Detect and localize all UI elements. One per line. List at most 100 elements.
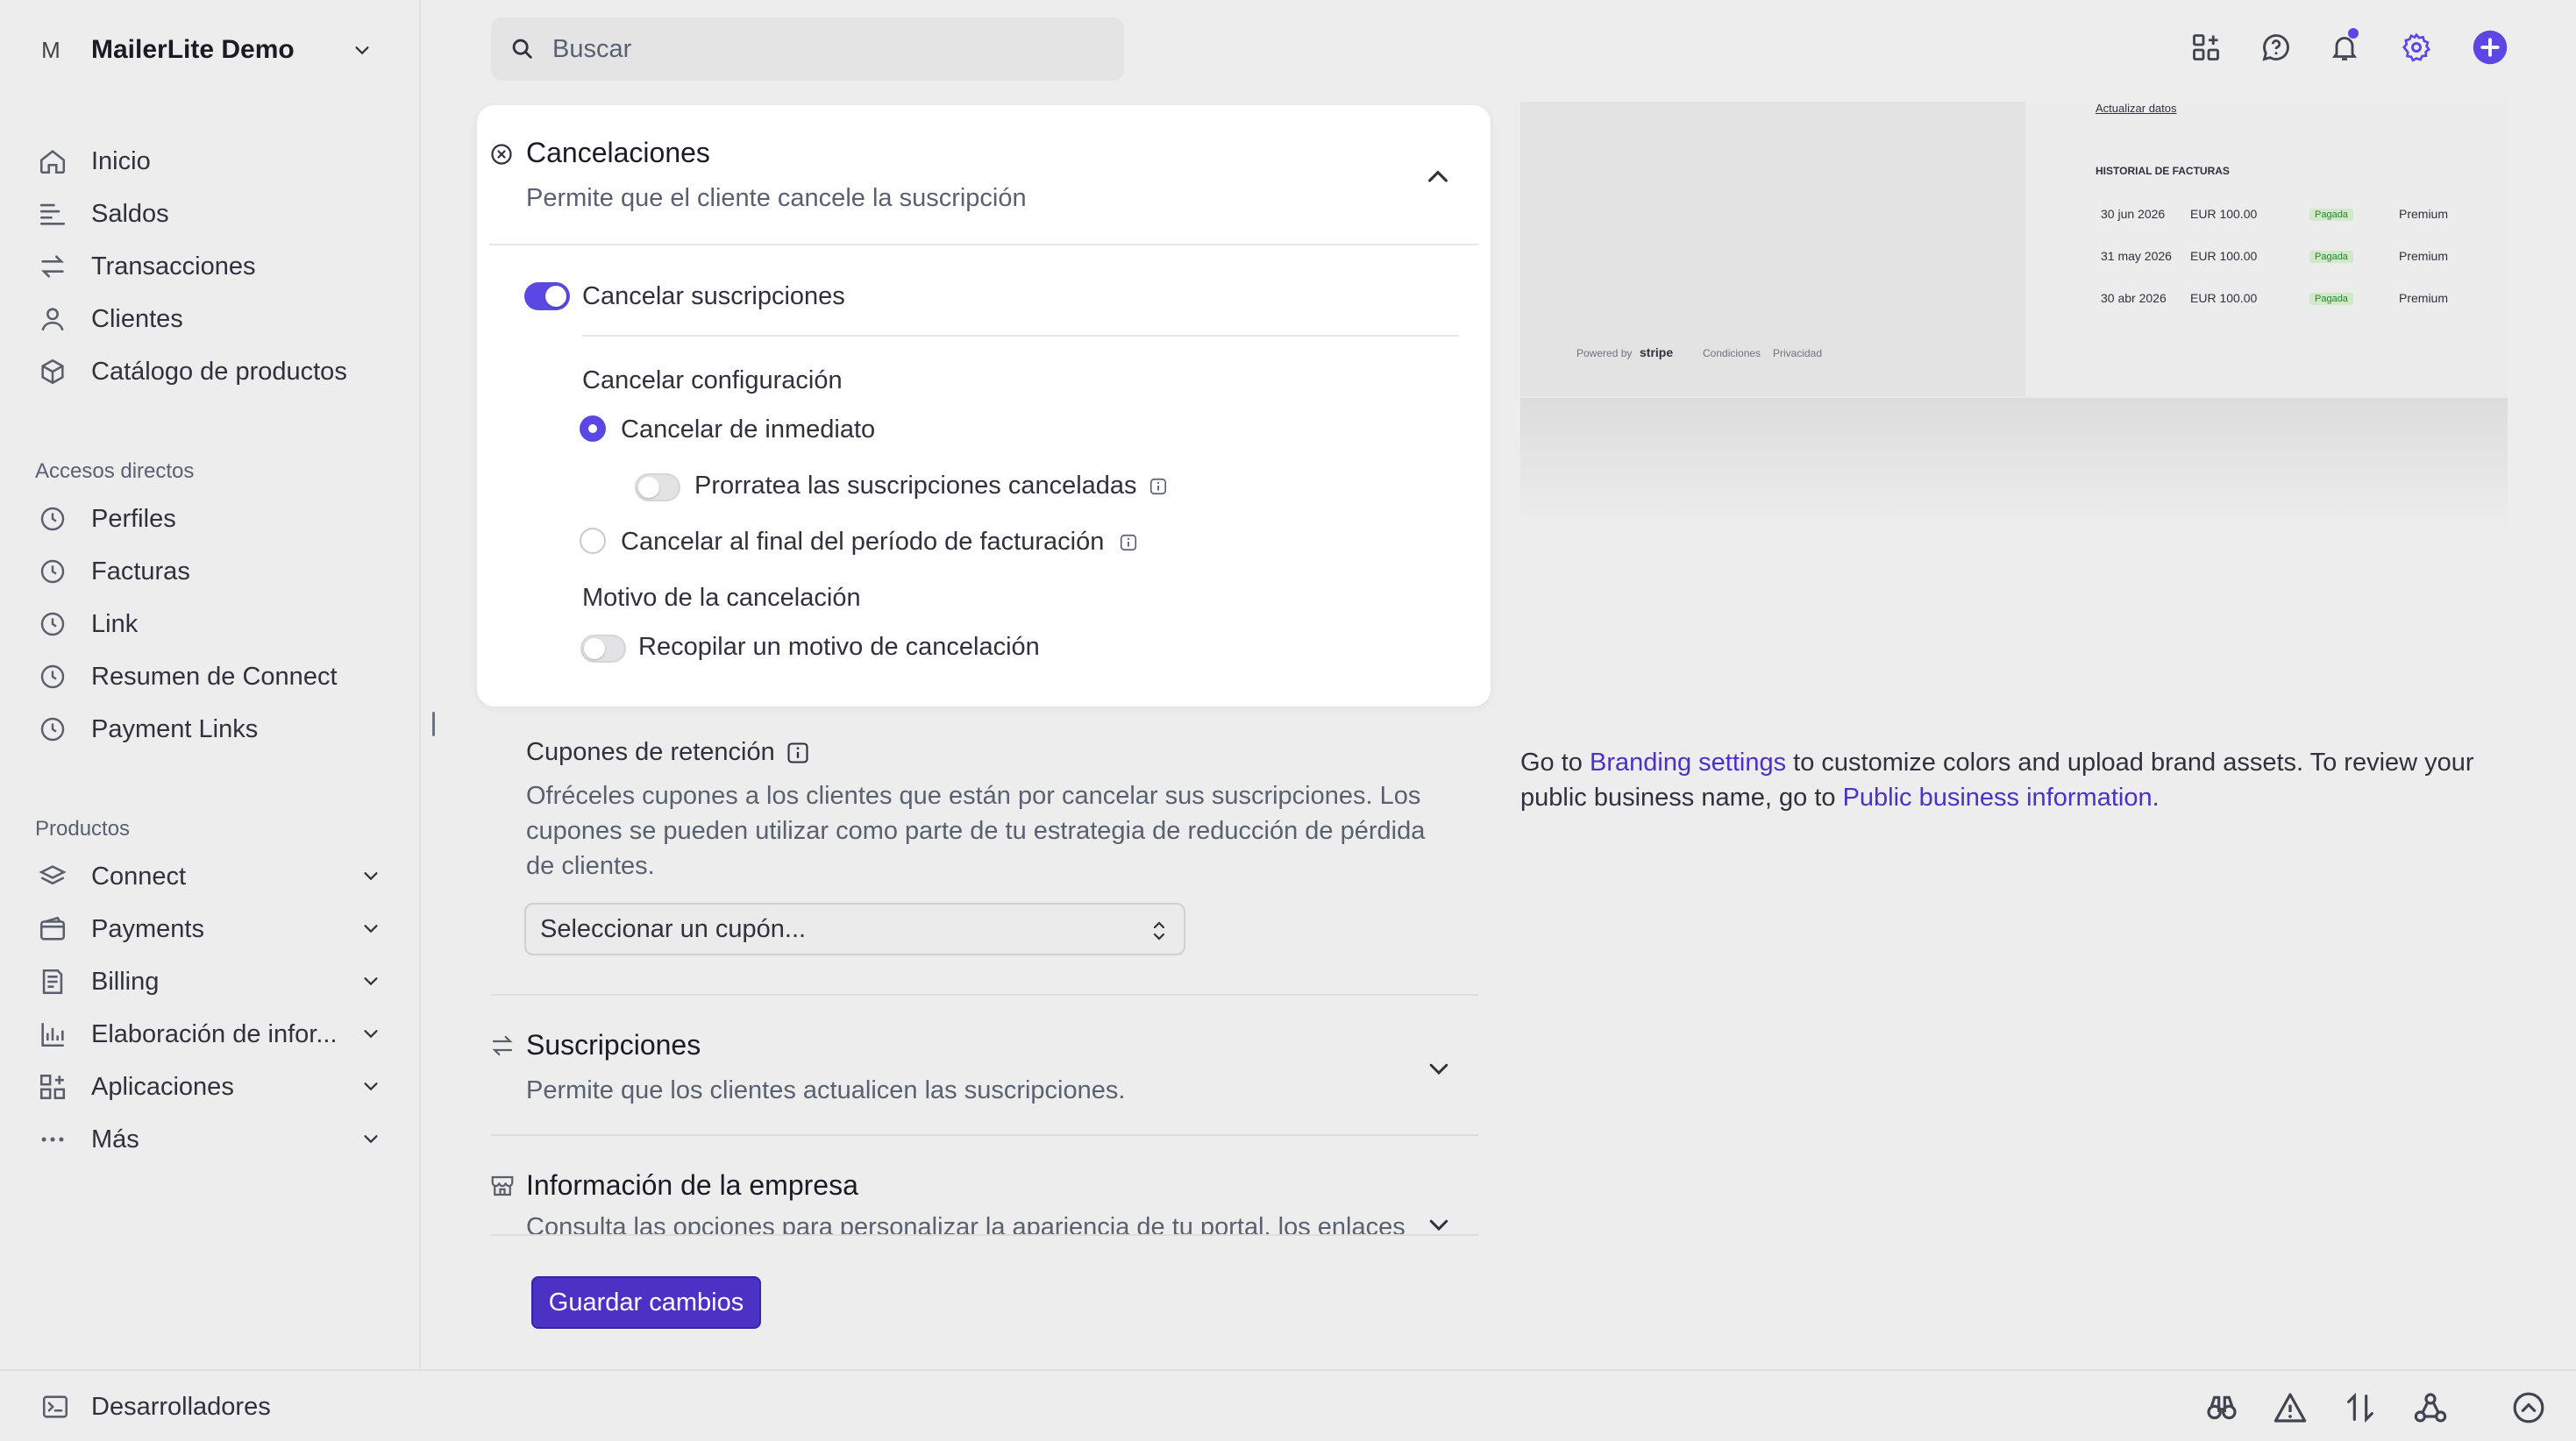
cancellations-card: Cancelaciones Permite que el cliente can…	[477, 105, 1491, 706]
nav-label: Link	[91, 609, 139, 638]
cancel-immediately-label: Cancelar de inmediato	[621, 415, 876, 444]
clock-icon	[35, 712, 70, 747]
chevron-down-icon	[364, 1083, 378, 1091]
nav-item-saldos[interactable]: Saldos	[35, 188, 395, 240]
portal-preview: Powered by stripe Condiciones Privacidad…	[1520, 102, 2508, 400]
preview-row-amount: EUR 100.00	[2190, 291, 2258, 305]
products-nav: Connect Payments Billing Elaboración de …	[35, 850, 395, 1166]
help-icon[interactable]	[2257, 28, 2295, 67]
chevron-down-icon[interactable]	[1426, 1055, 1452, 1082]
toggle-knob	[638, 477, 659, 498]
section-divider	[491, 1134, 1478, 1136]
preview-row-date: 31 may 2026	[2101, 249, 2172, 263]
chevron-down-icon	[355, 46, 369, 55]
business-info-subtitle-clip: Consulta las opciones para personalizar …	[526, 1213, 1455, 1236]
terminal-icon	[42, 1395, 68, 1418]
cancel-subscriptions-toggle[interactable]	[524, 282, 570, 310]
radio-cancel-end-of-period[interactable]	[580, 528, 606, 554]
section-divider	[491, 1234, 1478, 1236]
product-payments[interactable]: Payments	[35, 903, 395, 955]
more-icon	[35, 1122, 70, 1157]
info-icon[interactable]	[1149, 477, 1168, 496]
preview-powered-by: Powered by	[1576, 347, 1633, 359]
shortcuts-nav: Perfiles Facturas Link Resumen de Connec…	[35, 493, 395, 756]
webhooks-icon[interactable]	[2413, 1390, 2448, 1425]
coupon-select[interactable]: Seleccionar un cupón...	[524, 903, 1185, 955]
reporting-icon	[35, 1017, 70, 1052]
chevron-down-icon	[364, 1030, 378, 1039]
save-changes-button[interactable]: Guardar cambios	[531, 1276, 761, 1329]
create-plus-icon[interactable]	[2471, 28, 2509, 67]
chevron-up-icon[interactable]	[1424, 163, 1452, 191]
cancel-end-period-label: Cancelar al final del período de factura…	[621, 528, 1105, 556]
chevron-down-icon	[364, 977, 378, 986]
preview-fade	[1520, 398, 2508, 529]
branding-settings-link[interactable]: Branding settings	[1590, 749, 1786, 777]
nav-label: Payments	[91, 914, 204, 943]
nav-label: Connect	[91, 862, 187, 891]
chevron-up-circle-icon[interactable]	[2511, 1390, 2546, 1425]
coupon-select-value: Seleccionar un cupón...	[540, 914, 807, 943]
preview-row-amount: EUR 100.00	[2190, 207, 2258, 221]
preview-update-link: Actualizar datos	[2096, 102, 2177, 115]
account-avatar: M	[41, 36, 60, 63]
nav-item-transacciones[interactable]: Transacciones	[35, 240, 395, 293]
product-reporting[interactable]: Elaboración de infor...	[35, 1008, 395, 1061]
nav-label: Inicio	[91, 146, 151, 175]
apps-grid-icon[interactable]	[2187, 28, 2225, 67]
product-connect[interactable]: Connect	[35, 850, 395, 903]
nav-item-inicio[interactable]: Inicio	[35, 135, 395, 188]
shortcut-perfiles[interactable]: Perfiles	[35, 493, 395, 545]
cancellations-title: Cancelaciones	[526, 137, 710, 168]
notifications-bell-icon[interactable]	[2325, 28, 2364, 67]
nav-label: Más	[91, 1125, 139, 1154]
nav-label: Elaboración de infor...	[91, 1019, 338, 1048]
product-mas[interactable]: Más	[35, 1113, 395, 1166]
branding-note: Go to Branding settings to customize col…	[1520, 745, 2502, 815]
prorate-toggle[interactable]	[635, 473, 680, 501]
preview-left-pane: Powered by stripe Condiciones Privacidad	[1520, 102, 2025, 396]
product-aplicaciones[interactable]: Aplicaciones	[35, 1061, 395, 1113]
shortcut-link[interactable]: Link	[35, 598, 395, 650]
product-catalog-icon	[35, 354, 70, 389]
shortcut-facturas[interactable]: Facturas	[35, 545, 395, 598]
business-info-title[interactable]: Información de la empresa	[526, 1169, 858, 1202]
info-icon[interactable]	[786, 741, 810, 765]
preview-row-plan: Premium	[2399, 207, 2449, 221]
info-icon[interactable]	[1119, 533, 1138, 552]
shortcut-resumen-connect[interactable]: Resumen de Connect	[35, 650, 395, 703]
main-nav: Inicio Saldos Transacciones Clientes Cat…	[35, 135, 395, 398]
nav-item-clientes[interactable]: Clientes	[35, 293, 395, 345]
coupons-description: Ofréceles cupones a los clientes que est…	[526, 782, 1426, 880]
radio-cancel-immediately[interactable]	[580, 415, 606, 442]
developers-label: Desarrolladores	[91, 1392, 271, 1421]
cancel-circle-icon	[491, 144, 512, 165]
account-switcher[interactable]: M MailerLite Demo	[35, 30, 386, 70]
balances-icon	[35, 196, 70, 231]
preview-row-date: 30 jun 2026	[2101, 207, 2166, 221]
settings-gear-icon[interactable]	[2397, 28, 2436, 67]
nav-label: Facturas	[91, 557, 190, 586]
nav-item-catalogo[interactable]: Catálogo de productos	[35, 345, 395, 398]
warning-icon[interactable]	[2273, 1390, 2308, 1425]
product-billing[interactable]: Billing	[35, 955, 395, 1008]
subscriptions-subtitle: Permite que los clientes actualicen las …	[526, 1076, 1126, 1104]
nav-label: Catálogo de productos	[91, 357, 347, 386]
developers-button[interactable]: Desarrolladores	[40, 1392, 271, 1422]
preview-row-status: Pagada	[2309, 209, 2353, 221]
collect-reason-toggle[interactable]	[580, 635, 626, 663]
payments-icon	[35, 912, 70, 947]
search-input[interactable]: Buscar	[491, 18, 1124, 81]
public-business-info-link[interactable]: Public business information.	[1843, 784, 2160, 812]
shortcut-payment-links[interactable]: Payment Links	[35, 703, 395, 756]
subscriptions-title[interactable]: Suscripciones	[526, 1029, 701, 1061]
card-divider	[489, 244, 1478, 245]
coupons-title-text: Cupones de retención	[526, 738, 775, 766]
sidebar-resize-handle[interactable]	[432, 712, 435, 736]
clock-icon	[35, 607, 70, 642]
branding-text-1: Go to	[1520, 749, 1590, 777]
sort-arrows-icon[interactable]	[2343, 1390, 2378, 1425]
notification-dot	[2348, 28, 2359, 39]
preview-row-plan: Premium	[2399, 249, 2449, 263]
binoculars-icon[interactable]	[2204, 1390, 2239, 1425]
